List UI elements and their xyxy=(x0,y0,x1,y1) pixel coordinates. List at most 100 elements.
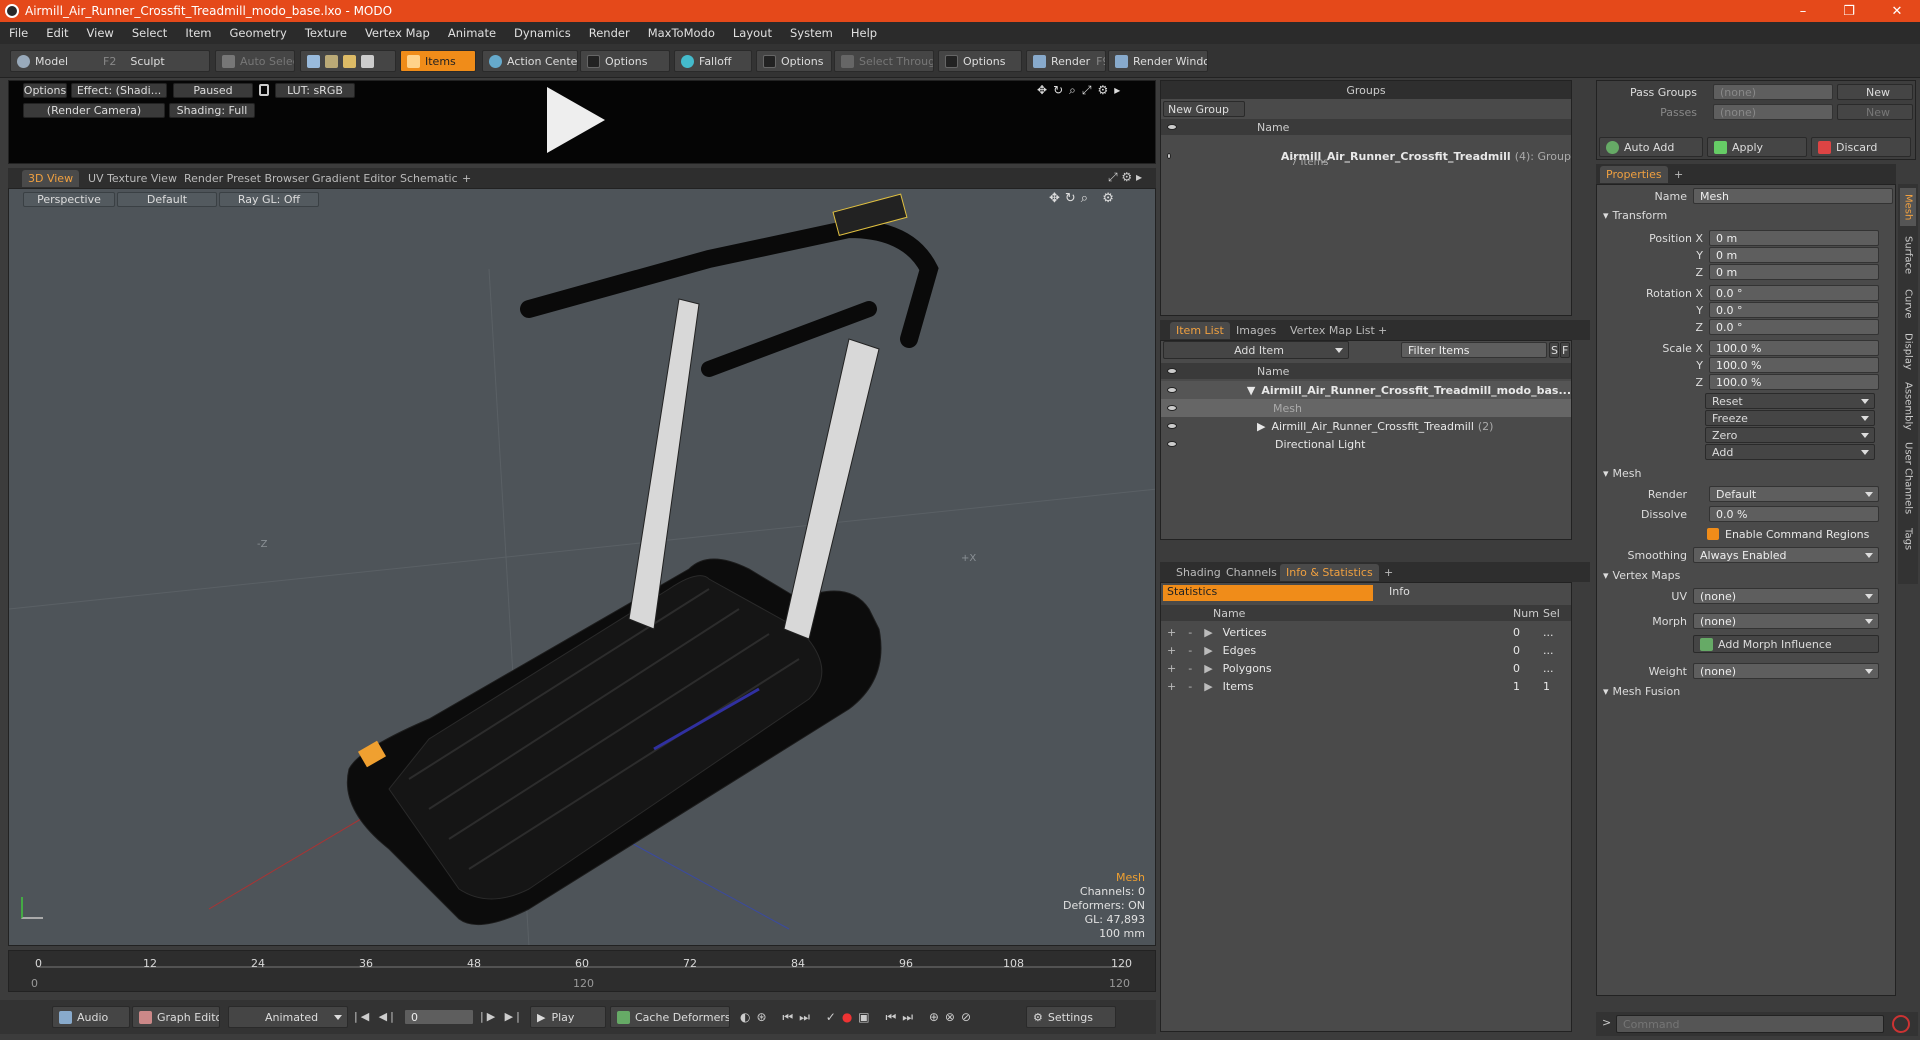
action-center-options-button[interactable]: Options xyxy=(580,50,670,72)
preview-options-button[interactable]: Options xyxy=(23,83,67,98)
side-tab-curve[interactable]: Curve xyxy=(1900,284,1916,324)
item-row-treadmill[interactable]: ▶ Airmill_Air_Runner_Crossfit_Treadmill … xyxy=(1161,417,1571,435)
render-button[interactable]: Render F9 xyxy=(1026,50,1106,72)
morph-dropdown[interactable]: (none) xyxy=(1693,613,1879,629)
add-tab-button[interactable]: + xyxy=(1372,322,1393,339)
graph-editor-button[interactable]: Graph Editor xyxy=(132,1006,220,1028)
freeze-dropdown[interactable]: Freeze xyxy=(1705,410,1875,426)
cache-deformers-button[interactable]: Cache Deformers xyxy=(610,1006,730,1028)
expand-icon[interactable]: ▶ xyxy=(1204,662,1212,675)
animated-dropdown[interactable]: Animated xyxy=(228,1006,348,1028)
render-window-button[interactable]: Render Window xyxy=(1108,50,1208,72)
plus-icon[interactable]: + xyxy=(1167,644,1176,657)
uv-dropdown[interactable]: (none) xyxy=(1693,588,1879,604)
tab-properties[interactable]: Properties xyxy=(1600,166,1668,183)
minus-icon[interactable]: - xyxy=(1188,680,1192,693)
plus-icon[interactable]: + xyxy=(1167,626,1176,639)
zero-dropdown[interactable]: Zero xyxy=(1705,427,1875,443)
enable-command-regions-checkbox[interactable]: Enable Command Regions xyxy=(1707,525,1887,543)
group-row[interactable]: Airmill_Air_Runner_Crossfit_Treadmill (4… xyxy=(1161,139,1571,173)
weight-dropdown[interactable]: (none) xyxy=(1693,663,1879,679)
side-tab-tags[interactable]: Tags xyxy=(1900,522,1916,556)
stats-row-polygons[interactable]: + - ▶ Polygons 0 ... xyxy=(1161,659,1571,677)
statistics-tab[interactable]: Statistics xyxy=(1163,585,1373,601)
menu-layout[interactable]: Layout xyxy=(724,26,781,40)
menu-render[interactable]: Render xyxy=(580,26,639,40)
menu-help[interactable]: Help xyxy=(842,26,886,40)
tab-uv-texture-view[interactable]: UV Texture View xyxy=(82,170,183,187)
scale-y-field[interactable]: 100.0 % xyxy=(1709,357,1879,373)
mesh-section[interactable]: ▾ Mesh xyxy=(1603,467,1642,480)
side-tab-surface[interactable]: Surface xyxy=(1900,230,1916,280)
key-controls-icons[interactable]: ◐⊛ ⏮⏭ ✓●▣ ⏮⏭ ⊕⊗⊘ xyxy=(740,1010,977,1025)
stats-row-items[interactable]: + - ▶ Items 1 1 xyxy=(1161,677,1571,695)
menu-dynamics[interactable]: Dynamics xyxy=(505,26,580,40)
preview-paused-button[interactable]: Paused xyxy=(173,83,253,98)
polygons-mode-icon[interactable] xyxy=(343,54,356,68)
auto-select-button[interactable]: Auto Select xyxy=(215,50,295,72)
item-row-directional-light[interactable]: Directional Light xyxy=(1161,435,1571,453)
new-pass-button[interactable]: New xyxy=(1837,104,1913,120)
expand-icon[interactable]: ▶ xyxy=(1204,626,1212,639)
eye-icon[interactable] xyxy=(1167,441,1177,447)
play-small-icon[interactable]: ▸ xyxy=(1114,83,1120,99)
name-field[interactable]: Mesh xyxy=(1693,188,1893,204)
eye-icon[interactable] xyxy=(1167,153,1171,159)
select-through-options-button[interactable]: Options xyxy=(938,50,1022,72)
rotation-z-field[interactable]: 0.0 ° xyxy=(1709,319,1879,335)
pass-groups-dropdown[interactable]: (none) xyxy=(1713,84,1833,100)
tab-item-list[interactable]: Item List xyxy=(1170,322,1230,339)
tab-render-preset-browser[interactable]: Render Preset Browser xyxy=(178,170,315,187)
passes-dropdown[interactable]: (none) xyxy=(1713,104,1833,120)
position-x-field[interactable]: 0 m xyxy=(1709,230,1879,246)
position-y-field[interactable]: 0 m xyxy=(1709,247,1879,263)
menu-view[interactable]: View xyxy=(78,26,123,40)
menu-system[interactable]: System xyxy=(781,26,842,40)
render-camera-dropdown[interactable]: (Render Camera) xyxy=(23,103,165,118)
skip-forward-icons[interactable]: |▶ ▶| xyxy=(480,1010,523,1023)
side-tab-user-channels[interactable]: User Channels xyxy=(1900,438,1916,518)
model-button[interactable]: Model F2 Sculpt xyxy=(10,50,210,72)
menu-vertex-map[interactable]: Vertex Map xyxy=(356,26,439,40)
settings-button[interactable]: ⚙ Settings xyxy=(1026,1006,1116,1028)
tab-info-statistics[interactable]: Info & Statistics xyxy=(1280,564,1379,581)
item-row-scene[interactable]: ▼ Airmill_Air_Runner_Crossfit_Treadmill_… xyxy=(1161,381,1571,399)
item-row-mesh[interactable]: Mesh xyxy=(1161,399,1571,417)
stop-icon[interactable] xyxy=(1892,1015,1910,1033)
tab-3d-view[interactable]: 3D View xyxy=(22,170,80,187)
plus-icon[interactable]: + xyxy=(1167,662,1176,675)
discard-button[interactable]: Discard xyxy=(1811,137,1911,157)
frame-input[interactable]: 0 xyxy=(404,1009,474,1025)
side-tab-assembly[interactable]: Assembly xyxy=(1900,378,1916,434)
materials-mode-icon[interactable] xyxy=(361,54,374,68)
minimize-button[interactable]: – xyxy=(1780,0,1826,22)
vertex-maps-section[interactable]: ▾ Vertex Maps xyxy=(1603,569,1680,582)
play-icon[interactable] xyxy=(547,87,605,153)
render-dropdown[interactable]: Default xyxy=(1709,486,1879,502)
expand-icon[interactable]: ▼ xyxy=(1247,384,1255,397)
menu-select[interactable]: Select xyxy=(123,26,176,40)
menu-file[interactable]: File xyxy=(0,26,37,40)
maximize-button[interactable]: ❐ xyxy=(1826,0,1872,22)
new-pass-group-button[interactable]: New xyxy=(1837,84,1913,100)
lut-dropdown[interactable]: LUT: sRGB xyxy=(275,83,355,98)
minus-icon[interactable]: - xyxy=(1188,662,1192,675)
add-morph-influence-button[interactable]: Add Morph Influence xyxy=(1693,635,1879,653)
items-mode-button[interactable]: Items xyxy=(400,50,476,72)
add-tab-button[interactable]: + xyxy=(1668,166,1689,183)
tab-channels[interactable]: Channels xyxy=(1220,564,1283,581)
command-input[interactable] xyxy=(1616,1015,1884,1033)
tab-shading[interactable]: Shading xyxy=(1170,564,1227,581)
zoom-icon[interactable]: ⌕ xyxy=(1069,83,1076,99)
smoothing-dropdown[interactable]: Always Enabled xyxy=(1693,547,1879,563)
preview-effect-dropdown[interactable]: Effect: (Shadi... xyxy=(71,83,167,98)
eye-icon[interactable] xyxy=(1167,387,1177,393)
side-tab-mesh[interactable]: Mesh xyxy=(1900,188,1916,226)
selection-mode-group[interactable] xyxy=(300,50,396,72)
rotation-x-field[interactable]: 0.0 ° xyxy=(1709,285,1879,301)
falloff-button[interactable]: Falloff xyxy=(674,50,752,72)
maximize-icon[interactable]: ⤢ xyxy=(1082,83,1092,99)
action-center-button[interactable]: Action Center xyxy=(482,50,578,72)
add-item-button[interactable]: Add Item xyxy=(1163,341,1349,359)
menu-texture[interactable]: Texture xyxy=(296,26,356,40)
